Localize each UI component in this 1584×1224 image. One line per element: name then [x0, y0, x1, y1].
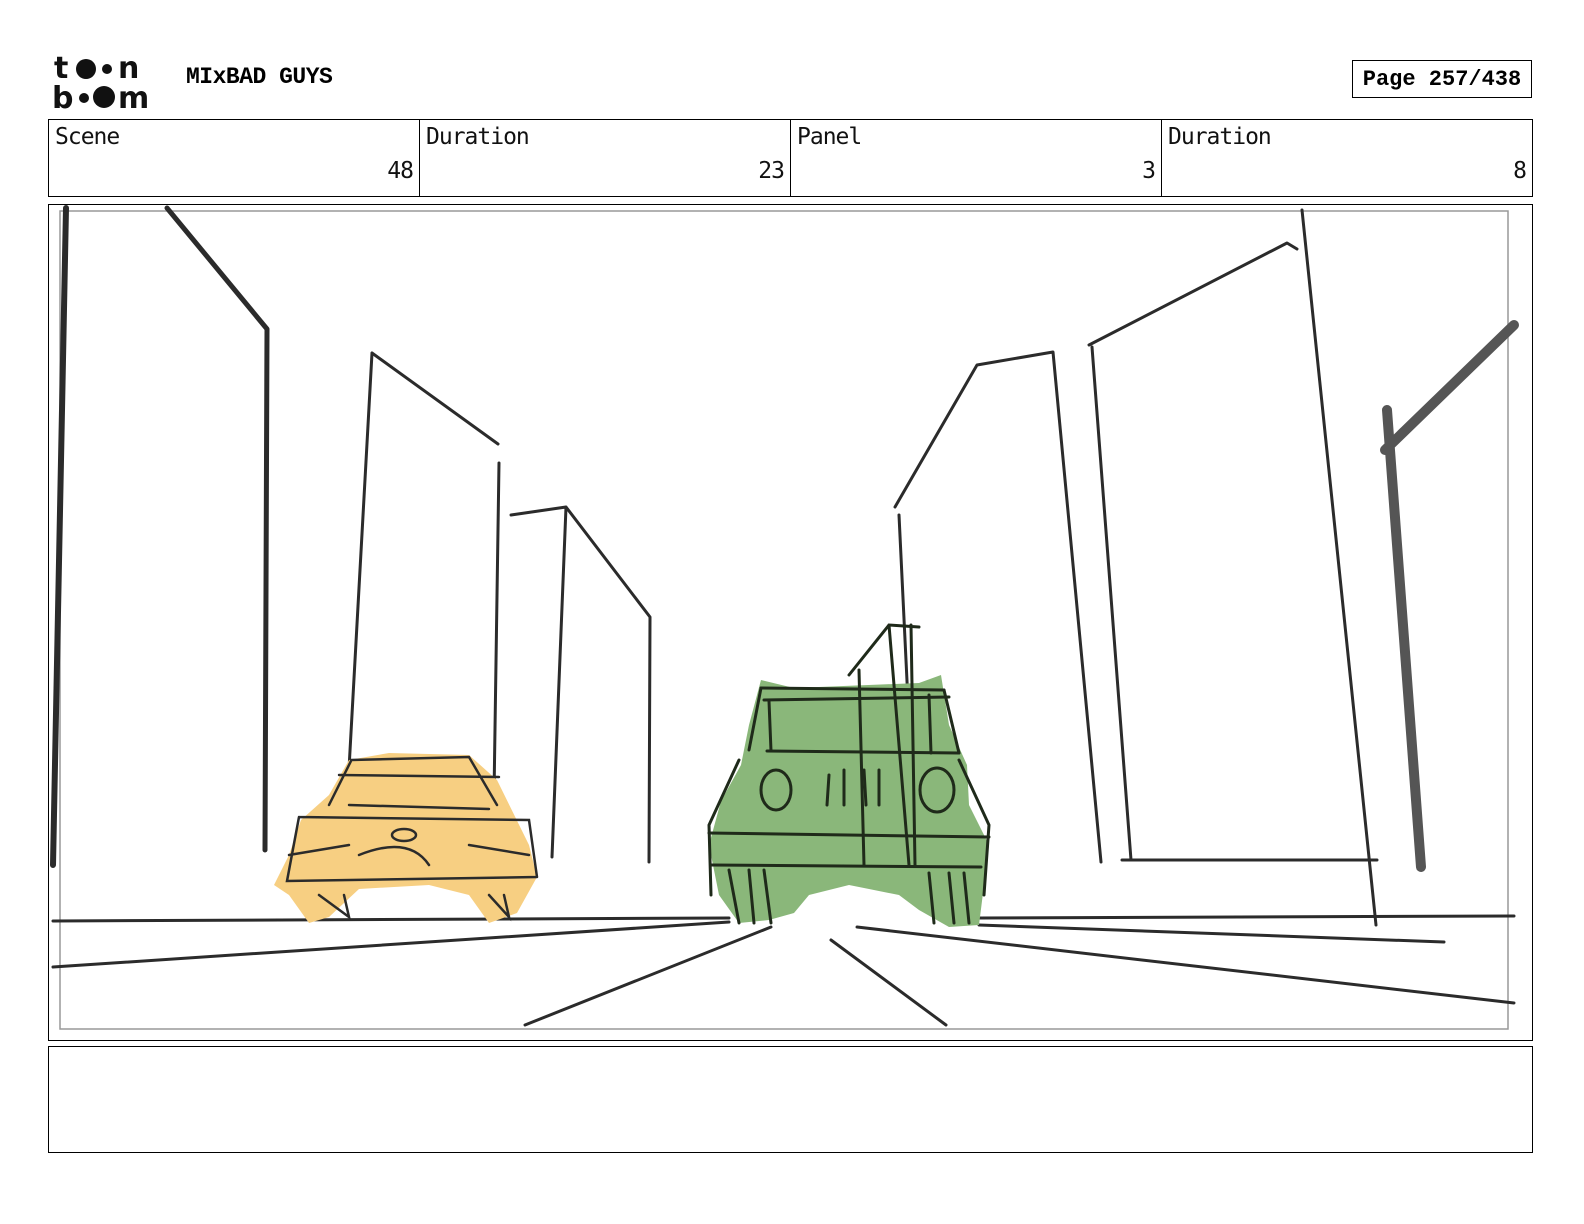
panel-value: 3 [1142, 158, 1156, 184]
scene-info-row: Scene 48 Duration 23 Panel 3 Duration 8 [48, 119, 1533, 197]
storyboard-sketch [50, 205, 1519, 1030]
svg-text:m: m [118, 81, 149, 112]
yellow-car-sketch [274, 753, 539, 923]
panel-duration-value: 8 [1513, 158, 1527, 184]
green-jeep-sketch [707, 623, 991, 927]
panel-duration-label: Duration [1168, 124, 1272, 150]
panel-duration-cell: Duration 8 [1162, 120, 1532, 196]
page-label: Page [1362, 66, 1416, 92]
scene-label: Scene [55, 124, 120, 150]
scene-duration-value: 23 [758, 158, 785, 184]
scene-duration-label: Duration [426, 124, 530, 150]
page-number: 257/438 [1428, 66, 1522, 92]
caption-box [48, 1046, 1533, 1153]
panel-label: Panel [797, 124, 862, 150]
toon-boom-logo: t n b m toon boom [52, 50, 164, 116]
scene-duration-cell: Duration 23 [420, 120, 791, 196]
svg-text:b: b [52, 81, 73, 112]
project-title: MIxBAD GUYS [186, 64, 333, 90]
page-indicator: Page 257/438 [1352, 60, 1532, 98]
scene-value: 48 [387, 158, 414, 184]
scene-cell: Scene 48 [49, 120, 420, 196]
storyboard-panel [48, 204, 1533, 1041]
panel-cell: Panel 3 [791, 120, 1162, 196]
